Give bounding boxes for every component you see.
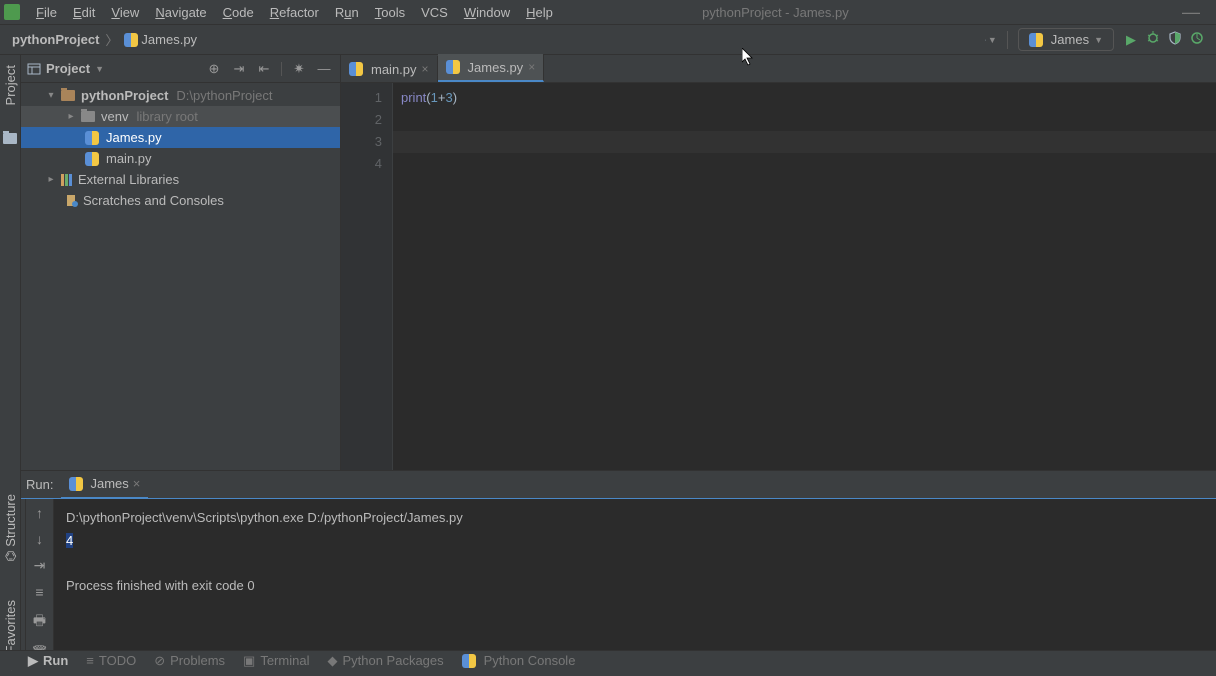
- line-gutter: 1 2 3 4: [341, 83, 393, 470]
- tree-file-james[interactable]: James.py: [21, 127, 340, 148]
- code-token: 3: [445, 90, 452, 105]
- sidebar-tab-structure[interactable]: ⌬ Structure: [3, 490, 18, 566]
- menu-window[interactable]: Window: [456, 0, 518, 25]
- project-view-icon: [27, 62, 41, 76]
- close-icon[interactable]: ×: [528, 60, 535, 74]
- profile-icon[interactable]: [1186, 31, 1208, 48]
- close-icon[interactable]: ×: [133, 476, 141, 491]
- python-icon: [85, 152, 99, 166]
- window-title: pythonProject - James.py: [561, 5, 990, 20]
- file-james-label: James.py: [106, 130, 162, 145]
- chevron-down-icon[interactable]: ▼: [95, 64, 104, 74]
- code-editor[interactable]: 1 2 3 4 print(1+3): [341, 83, 1216, 470]
- coverage-icon[interactable]: [1164, 31, 1186, 48]
- close-icon[interactable]: ×: [422, 62, 429, 76]
- tab-james-label: James.py: [468, 60, 524, 75]
- chevron-down-icon[interactable]: ▾: [45, 90, 57, 101]
- menu-tools[interactable]: Tools: [367, 0, 413, 25]
- python-icon: [462, 654, 476, 668]
- collapse-all-icon[interactable]: ⇤: [254, 61, 274, 77]
- venv-tag: library root: [136, 109, 197, 124]
- python-icon: [85, 131, 99, 145]
- chevron-right-icon[interactable]: ▸: [65, 111, 77, 122]
- tree-scratches[interactable]: Scratches and Consoles: [21, 190, 340, 211]
- folder-icon: [81, 111, 95, 122]
- run-tab-james[interactable]: James ×: [61, 471, 148, 499]
- library-icon: [61, 174, 72, 186]
- tab-james[interactable]: James.py ×: [438, 54, 545, 82]
- tab-main-label: main.py: [371, 62, 417, 77]
- folder-icon: [61, 90, 75, 101]
- run-output-cmd: D:\pythonProject\venv\Scripts\python.exe…: [66, 510, 463, 525]
- locate-icon[interactable]: ⊕: [204, 61, 224, 77]
- python-icon: [69, 477, 83, 491]
- menu-navigate[interactable]: Navigate: [147, 0, 214, 25]
- scratches-label: Scratches and Consoles: [83, 193, 224, 208]
- folder-icon[interactable]: [3, 133, 17, 144]
- menu-refactor[interactable]: Refactor: [262, 0, 327, 25]
- status-problems[interactable]: ⊘ Problems: [154, 653, 225, 669]
- project-panel-title[interactable]: Project: [46, 61, 90, 76]
- current-line-highlight: [393, 131, 1216, 153]
- status-run[interactable]: ▶ Run: [28, 653, 68, 669]
- run-output-result: 4: [66, 533, 73, 548]
- breadcrumb-sep-icon: 〉: [103, 30, 120, 49]
- file-main-label: main.py: [106, 151, 152, 166]
- breadcrumb-project[interactable]: pythonProject: [8, 32, 103, 47]
- python-icon: [349, 62, 363, 76]
- menu-view[interactable]: View: [103, 0, 147, 25]
- menu-file[interactable]: FFileile: [28, 0, 65, 25]
- project-root-name: pythonProject: [81, 88, 168, 103]
- status-terminal[interactable]: ▣ Terminal: [243, 653, 309, 669]
- python-icon: [1029, 33, 1043, 47]
- breadcrumb-file[interactable]: James.py: [120, 32, 201, 47]
- menu-edit[interactable]: Edit: [65, 0, 103, 25]
- run-output[interactable]: D:\pythonProject\venv\Scripts\python.exe…: [54, 499, 1216, 670]
- up-icon[interactable]: ↑: [36, 505, 43, 521]
- code-token: 1: [431, 90, 438, 105]
- python-icon: [124, 33, 138, 47]
- menu-code[interactable]: Code: [215, 0, 262, 25]
- menu-run[interactable]: Run: [327, 0, 367, 25]
- chevron-right-icon[interactable]: ▸: [45, 174, 57, 185]
- run-icon[interactable]: ▶: [1120, 32, 1142, 48]
- external-libraries-label: External Libraries: [78, 172, 179, 187]
- status-python-packages[interactable]: ◆ Python Packages: [327, 653, 443, 669]
- status-todo[interactable]: ≡ TODO: [86, 653, 136, 668]
- user-icon[interactable]: ▼: [979, 33, 1003, 47]
- project-root-path: D:\pythonProject: [176, 88, 272, 103]
- tree-venv[interactable]: ▸ venv library root: [21, 106, 340, 127]
- run-output-exit: Process finished with exit code 0: [66, 578, 255, 593]
- venv-name: venv: [101, 109, 128, 124]
- tree-project-root[interactable]: ▾ pythonProject D:\pythonProject: [21, 85, 340, 106]
- scratch-icon: [65, 194, 79, 208]
- debug-icon[interactable]: [1142, 31, 1164, 48]
- python-icon: [446, 60, 460, 74]
- code-token: ): [453, 90, 457, 105]
- settings-icon[interactable]: ✷: [289, 61, 309, 77]
- down-icon[interactable]: ↓: [36, 531, 43, 547]
- code-token: print: [401, 90, 426, 105]
- tree-external-libraries[interactable]: ▸ External Libraries: [21, 169, 340, 190]
- menu-help[interactable]: Help: [518, 0, 561, 25]
- run-panel-label: Run:: [26, 477, 53, 492]
- minimize-icon[interactable]: —: [1170, 2, 1212, 23]
- chevron-down-icon: ▼: [1094, 35, 1103, 45]
- softwrap-icon[interactable]: ⇥: [34, 557, 46, 574]
- hide-icon[interactable]: —: [314, 61, 334, 76]
- run-tab-label: James: [90, 476, 128, 491]
- sidebar-tab-project[interactable]: Project: [3, 61, 18, 109]
- scroll-icon[interactable]: ≡: [35, 584, 43, 600]
- expand-all-icon[interactable]: ⇥: [229, 61, 249, 77]
- app-icon: [4, 4, 20, 20]
- menu-vcs[interactable]: VCS: [413, 0, 456, 25]
- run-config-selector[interactable]: James ▼: [1018, 28, 1114, 51]
- run-config-name: James: [1051, 32, 1089, 47]
- tree-file-main[interactable]: main.py: [21, 148, 340, 169]
- tab-main[interactable]: main.py ×: [341, 56, 438, 82]
- print-icon[interactable]: 🖶: [33, 610, 46, 634]
- status-python-console[interactable]: Python Console: [462, 653, 576, 668]
